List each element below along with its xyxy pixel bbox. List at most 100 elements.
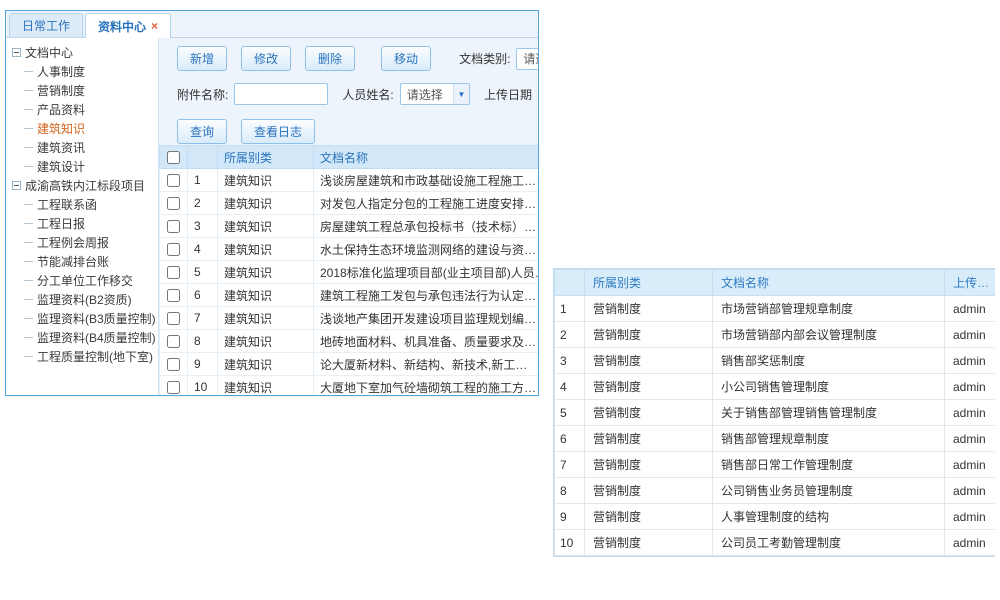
row-title[interactable]: 水土保持生态环境监测网络的建设与资… [314, 238, 539, 261]
tree-branch-line [24, 204, 33, 205]
row-checkbox[interactable] [167, 358, 180, 371]
tree-item[interactable]: 节能减排台账 [6, 252, 158, 271]
tree-branch-line [24, 356, 33, 357]
row-category: 营销制度 [585, 296, 713, 322]
row-number: 4 [188, 238, 218, 261]
row-title[interactable]: 地砖地面材料、机具准备、质量要求及… [314, 330, 539, 353]
tree-item[interactable]: 人事制度 [6, 62, 158, 81]
tree-item[interactable]: 工程例会周报 [6, 233, 158, 252]
row-title[interactable]: 人事管理制度的结构 [713, 504, 945, 530]
category-header: 所属别类 [585, 270, 713, 296]
doc-table-row: 10建筑知识大厦地下室加气砼墙砌筑工程的施工方… [160, 376, 539, 397]
row-title[interactable]: 大厦地下室加气砼墙砌筑工程的施工方… [314, 376, 539, 397]
tree-item[interactable]: 工程日报 [6, 214, 158, 233]
row-title[interactable]: 2018标准化监理项目部(业主项目部)人员… [314, 261, 539, 284]
row-title[interactable]: 市场营销部内部会议管理制度 [713, 322, 945, 348]
row-number: 7 [188, 307, 218, 330]
row-checkbox[interactable] [167, 266, 180, 279]
row-checkbox[interactable] [167, 381, 180, 394]
tree-item[interactable]: 营销制度 [6, 81, 158, 100]
row-title[interactable]: 市场营销部管理规章制度 [713, 296, 945, 322]
tab-data-center[interactable]: 资料中心 × [85, 13, 171, 38]
tree-item[interactable]: 文档中心 [6, 43, 158, 62]
row-checkbox[interactable] [167, 243, 180, 256]
tree-branch-line [24, 299, 33, 300]
tree-branch-line [24, 109, 33, 110]
attachment-input[interactable] [234, 83, 328, 105]
row-checkbox[interactable] [167, 197, 180, 210]
close-icon[interactable]: × [151, 19, 158, 33]
tab-daily-work[interactable]: 日常工作 [9, 13, 83, 37]
tree-item[interactable]: 建筑设计 [6, 157, 158, 176]
tree-item[interactable]: 成渝高铁内江标段项目 [6, 176, 158, 195]
row-title[interactable]: 公司销售业务员管理制度 [713, 478, 945, 504]
person-value: 请选择 [401, 86, 453, 103]
row-uploader: admin [945, 530, 996, 556]
row-checkbox[interactable] [167, 174, 180, 187]
row-checkbox[interactable] [167, 220, 180, 233]
row-title[interactable]: 关于销售部管理销售管理制度 [713, 400, 945, 426]
row-category: 建筑知识 [218, 376, 314, 397]
doc-table-row: 6建筑知识建筑工程施工发包与承包违法行为认定… [160, 284, 539, 307]
row-number: 9 [555, 504, 585, 530]
row-number: 4 [555, 374, 585, 400]
collapse-icon[interactable] [12, 48, 21, 57]
tree-item-label: 工程例会周报 [37, 234, 109, 251]
row-check-cell [160, 215, 188, 238]
row-title[interactable]: 小公司销售管理制度 [713, 374, 945, 400]
select-all-checkbox[interactable] [167, 151, 180, 164]
row-title[interactable]: 销售部管理规章制度 [713, 426, 945, 452]
tree-item[interactable]: 建筑知识 [6, 119, 158, 138]
upload-date-label: 上传日期 [484, 86, 532, 103]
tree-item[interactable]: 监理资料(B4质量控制) [6, 328, 158, 347]
toolbar-button[interactable]: 删除 [305, 46, 355, 71]
tree-item[interactable]: 工程联系函 [6, 195, 158, 214]
tree-item[interactable]: 产品资料 [6, 100, 158, 119]
person-select[interactable]: 请选择 ▼ [400, 83, 470, 105]
doc-table-row: 1建筑知识浅谈房屋建筑和市政基础设施工程施工… [160, 169, 539, 192]
title-header: 文档名称 [713, 270, 945, 296]
row-category: 建筑知识 [218, 284, 314, 307]
row-category: 建筑知识 [218, 353, 314, 376]
view-log-button[interactable]: 查看日志 [241, 119, 315, 144]
doc-type-label: 文档类别: [459, 50, 510, 67]
row-check-cell [160, 284, 188, 307]
row-title[interactable]: 对发包人指定分包的工程施工进度安排… [314, 192, 539, 215]
document-center-window: 日常工作 资料中心 × 文档中心人事制度营销制度产品资料建筑知识建筑资讯建筑设计… [5, 10, 539, 396]
row-title[interactable]: 浅谈房屋建筑和市政基础设施工程施工… [314, 169, 539, 192]
row-title[interactable]: 公司员工考勤管理制度 [713, 530, 945, 556]
row-check-cell [160, 169, 188, 192]
query-button[interactable]: 查询 [177, 119, 227, 144]
doc-table-header: 所属别类 文档名称 [160, 146, 539, 169]
toolbar-button[interactable]: 移动 [381, 46, 431, 71]
toolbar-button[interactable]: 新增 [177, 46, 227, 71]
summary-table-row: 3营销制度销售部奖惩制度admin [555, 348, 996, 374]
row-title[interactable]: 房屋建筑工程总承包投标书（技术标）… [314, 215, 539, 238]
row-checkbox[interactable] [167, 335, 180, 348]
row-category: 营销制度 [585, 426, 713, 452]
tree-item[interactable]: 建筑资讯 [6, 138, 158, 157]
row-title[interactable]: 建筑工程施工发包与承包违法行为认定… [314, 284, 539, 307]
doc-table-row: 8建筑知识地砖地面材料、机具准备、质量要求及… [160, 330, 539, 353]
tree-item-label: 产品资料 [37, 101, 85, 118]
row-category: 建筑知识 [218, 330, 314, 353]
tree-item[interactable]: 分工单位工作移交 [6, 271, 158, 290]
tree-branch-line [24, 223, 33, 224]
uploader-header: 上传… [945, 270, 996, 296]
row-checkbox[interactable] [167, 289, 180, 302]
row-checkbox[interactable] [167, 312, 180, 325]
summary-table-header: 所属别类 文档名称 上传… [555, 270, 996, 296]
tree-item[interactable]: 监理资料(B3质量控制) [6, 309, 158, 328]
row-title[interactable]: 销售部奖惩制度 [713, 348, 945, 374]
row-uploader: admin [945, 348, 996, 374]
row-title[interactable]: 销售部日常工作管理制度 [713, 452, 945, 478]
collapse-icon[interactable] [12, 181, 21, 190]
row-number: 1 [555, 296, 585, 322]
doc-type-select[interactable]: 请选择 ▼ [516, 48, 538, 70]
row-title[interactable]: 论大厦新材料、新结构、新技术,新工… [314, 353, 539, 376]
marketing-doc-table: 所属别类 文档名称 上传… 1营销制度市场营销部管理规章制度admin2营销制度… [553, 268, 995, 557]
row-title[interactable]: 浅谈地产集团开发建设项目监理规划编… [314, 307, 539, 330]
tree-item[interactable]: 监理资料(B2资质) [6, 290, 158, 309]
tree-item[interactable]: 工程质量控制(地下室) [6, 347, 158, 366]
toolbar-button[interactable]: 修改 [241, 46, 291, 71]
